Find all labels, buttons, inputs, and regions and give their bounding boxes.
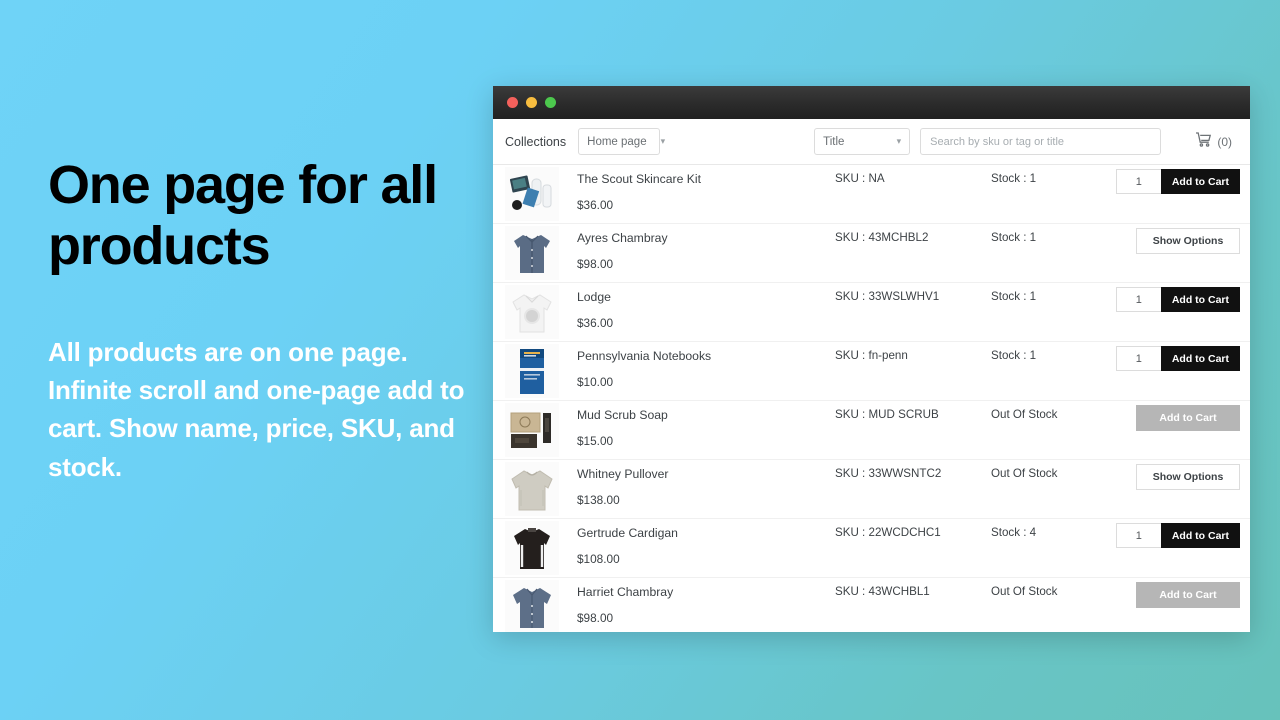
table-row[interactable]: The Scout Skincare Kit $36.00 SKU : NA S… xyxy=(493,165,1250,224)
browser-window: Collections Home page ▾ Title ▾ Search b… xyxy=(493,86,1250,632)
product-stock: Stock : 1 xyxy=(991,231,1037,244)
quantity-stepper[interactable] xyxy=(1115,169,1161,194)
table-row[interactable]: Mud Scrub Soap $15.00 SKU : MUD SCRUB Ou… xyxy=(493,401,1250,460)
collections-label: Collections xyxy=(505,134,567,149)
product-info: Ayres Chambray $98.00 xyxy=(559,224,835,271)
pullover-sweater-thumbnail xyxy=(505,462,559,516)
row-actions: Add to Cart xyxy=(1115,283,1240,312)
row-actions: Add to Cart xyxy=(1118,401,1240,431)
dark-cardigan-thumbnail xyxy=(505,521,559,575)
product-sku: SKU : MUD SCRUB xyxy=(835,408,939,421)
quantity-stepper[interactable] xyxy=(1115,523,1161,548)
product-stock: Stock : 1 xyxy=(991,172,1037,185)
product-name: Gertrude Cardigan xyxy=(577,526,678,540)
table-row[interactable]: Lodge $36.00 SKU : 33WSLWHV1 Stock : 1 A… xyxy=(493,283,1250,342)
product-info: Pennsylvania Notebooks $10.00 xyxy=(559,342,835,389)
row-actions: Show Options xyxy=(1118,460,1240,490)
minimize-window-icon[interactable] xyxy=(526,97,537,108)
window-titlebar xyxy=(493,86,1250,119)
row-actions: Add to Cart xyxy=(1115,342,1240,371)
table-row[interactable]: Harriet Chambray $98.00 SKU : 43WCHBL1 O… xyxy=(493,578,1250,632)
promo-text-block: One page for all products All products a… xyxy=(48,155,468,486)
white-tshirt-thumbnail xyxy=(505,285,559,339)
product-price: $138.00 xyxy=(577,492,620,507)
product-sku: SKU : 33WWSNTC2 xyxy=(835,467,942,480)
product-info: Mud Scrub Soap $15.00 xyxy=(559,401,835,448)
product-name: Pennsylvania Notebooks xyxy=(577,349,712,363)
product-info: Lodge $36.00 xyxy=(559,283,835,330)
product-name: Harriet Chambray xyxy=(577,585,674,599)
add-to-cart-button-disabled: Add to Cart xyxy=(1136,582,1240,608)
promo-description: All products are on one page. Infinite s… xyxy=(48,337,465,482)
row-actions: Add to Cart xyxy=(1118,578,1240,608)
search-input[interactable] xyxy=(920,128,1162,155)
product-sku: SKU : NA xyxy=(835,172,885,185)
product-price: $98.00 xyxy=(577,610,614,625)
table-row[interactable]: Gertrude Cardigan $108.00 SKU : 22WCDCHC… xyxy=(493,519,1250,578)
notebook-thumbnail xyxy=(505,344,559,398)
add-to-cart-button[interactable]: Add to Cart xyxy=(1160,523,1240,548)
collection-select[interactable]: Home page ▾ xyxy=(578,128,665,155)
product-name: Whitney Pullover xyxy=(577,467,669,481)
product-info: Whitney Pullover $138.00 xyxy=(559,460,835,507)
blue-chambray-thumbnail xyxy=(505,580,559,632)
table-row[interactable]: Whitney Pullover $138.00 SKU : 33WWSNTC2… xyxy=(493,460,1250,519)
row-actions: Add to Cart xyxy=(1115,165,1240,194)
skincare-kit-thumbnail xyxy=(505,167,559,221)
shopping-cart-icon xyxy=(1195,131,1212,152)
chevron-down-icon: ▾ xyxy=(896,136,902,146)
show-options-button[interactable]: Show Options xyxy=(1136,464,1240,490)
product-stock: Stock : 1 xyxy=(991,290,1037,303)
product-stock: Out Of Stock xyxy=(991,585,1058,598)
product-stock: Out Of Stock xyxy=(991,408,1058,421)
show-options-button[interactable]: Show Options xyxy=(1136,228,1240,254)
product-sku: SKU : fn-penn xyxy=(835,349,908,362)
cart-button[interactable]: (0) xyxy=(1195,131,1236,152)
quantity-stepper[interactable] xyxy=(1115,287,1161,312)
add-to-cart-button[interactable]: Add to Cart xyxy=(1160,346,1240,371)
product-sku: SKU : 33WSLWHV1 xyxy=(835,290,940,303)
product-name: Lodge xyxy=(577,290,611,304)
add-to-cart-button[interactable]: Add to Cart xyxy=(1160,169,1240,194)
page-title: One page for all products xyxy=(48,155,438,277)
product-sku: SKU : 43WCHBL1 xyxy=(835,585,930,598)
product-stock: Out Of Stock xyxy=(991,467,1058,480)
collection-select-value: Home page xyxy=(587,135,647,148)
product-price: $15.00 xyxy=(577,433,614,448)
product-price: $36.00 xyxy=(577,197,614,212)
row-actions: Add to Cart xyxy=(1115,519,1240,548)
product-price: $10.00 xyxy=(577,374,614,389)
maximize-window-icon[interactable] xyxy=(545,97,556,108)
cart-count: (0) xyxy=(1217,134,1232,149)
product-info: The Scout Skincare Kit $36.00 xyxy=(559,165,835,212)
sort-select-value: Title xyxy=(823,135,845,148)
product-info: Harriet Chambray $98.00 xyxy=(559,578,835,625)
product-name: The Scout Skincare Kit xyxy=(577,172,701,186)
close-window-icon[interactable] xyxy=(507,97,518,108)
soap-box-thumbnail xyxy=(505,403,559,457)
product-name: Mud Scrub Soap xyxy=(577,408,668,422)
chevron-down-icon: ▾ xyxy=(660,136,666,146)
row-actions: Show Options xyxy=(1118,224,1240,254)
add-to-cart-button[interactable]: Add to Cart xyxy=(1160,287,1240,312)
promo-banner: One page for all products All products a… xyxy=(0,0,1280,720)
product-stock: Stock : 4 xyxy=(991,526,1037,539)
product-price: $36.00 xyxy=(577,315,614,330)
sort-select[interactable]: Title ▾ xyxy=(814,128,911,155)
product-stock: Stock : 1 xyxy=(991,349,1037,362)
product-price: $108.00 xyxy=(577,551,620,566)
product-sku: SKU : 22WCDCHC1 xyxy=(835,526,941,539)
product-list: The Scout Skincare Kit $36.00 SKU : NA S… xyxy=(493,165,1250,632)
add-to-cart-button-disabled: Add to Cart xyxy=(1136,405,1240,431)
product-info: Gertrude Cardigan $108.00 xyxy=(559,519,835,566)
chambray-shirt-thumbnail xyxy=(505,226,559,280)
product-sku: SKU : 43MCHBL2 xyxy=(835,231,929,244)
table-row[interactable]: Ayres Chambray $98.00 SKU : 43MCHBL2 Sto… xyxy=(493,224,1250,283)
table-row[interactable]: Pennsylvania Notebooks $10.00 SKU : fn-p… xyxy=(493,342,1250,401)
product-name: Ayres Chambray xyxy=(577,231,668,245)
product-price: $98.00 xyxy=(577,256,614,271)
app-toolbar: Collections Home page ▾ Title ▾ Search b… xyxy=(493,119,1250,165)
quantity-stepper[interactable] xyxy=(1115,346,1161,371)
